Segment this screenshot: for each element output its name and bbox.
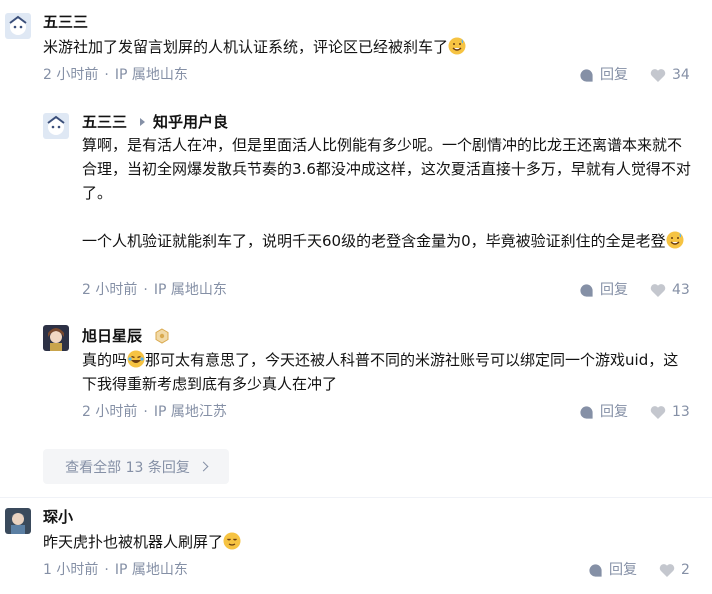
comment-author[interactable]: 琛小: [43, 507, 73, 527]
reply-button[interactable]: 回复: [588, 560, 637, 580]
reply-arrow-icon: [140, 118, 145, 126]
comment-bubble-icon: [580, 405, 593, 419]
relieved-emoji-icon: [223, 532, 241, 550]
view-all-replies-button[interactable]: 查看全部 13 条回复: [43, 449, 229, 484]
like-button[interactable]: 2: [659, 560, 690, 580]
sweat-smile-emoji-icon: [448, 37, 466, 55]
divider: [0, 497, 712, 498]
badge-icon: [155, 328, 169, 344]
heart-icon: [650, 283, 666, 297]
like-button[interactable]: 13: [650, 402, 690, 422]
comment-meta: 2 小时前 · IP 属地江苏: [82, 404, 227, 420]
reply-button[interactable]: 回复: [579, 65, 628, 85]
reply-button[interactable]: 回复: [579, 402, 628, 422]
avatar[interactable]: [43, 325, 69, 351]
comment-text: 算啊，是有活人在冲，但是里面活人比例能有多少呢。一个剧情冲的比龙王还离谱本来就不…: [82, 136, 691, 250]
reply-button[interactable]: 回复: [579, 280, 628, 300]
comment-bubble-icon: [589, 563, 602, 577]
comment-text: 昨天虎扑也被机器人刷屏了: [43, 530, 693, 554]
heart-icon: [659, 563, 675, 577]
avatar[interactable]: [5, 13, 31, 39]
reply-to-user[interactable]: 知乎用户良: [153, 112, 228, 132]
avatar[interactable]: [5, 508, 31, 534]
comment-author[interactable]: 五三三: [82, 112, 127, 132]
comment-text: 米游社加了发留言划屏的人机认证系统，评论区已经被刹车了: [43, 35, 693, 59]
comment-meta: 2 小时前 · IP 属地山东: [43, 67, 188, 83]
comment-author[interactable]: 旭日星辰: [82, 326, 142, 346]
comment-meta: 2 小时前 · IP 属地山东: [82, 282, 227, 298]
comment-meta: 1 小时前 · IP 属地山东: [43, 562, 188, 578]
like-button[interactable]: 34: [650, 65, 690, 85]
comment-text: 真的吗 那可太有意思了，今天还被人科普不同的米游社账号可以绑定同一个游戏uid，这…: [82, 350, 679, 393]
comment-bubble-icon: [580, 68, 593, 82]
sweat-smile-emoji-icon: [666, 231, 684, 249]
heart-icon: [650, 68, 666, 82]
comment-author[interactable]: 五三三: [43, 12, 88, 32]
chevron-right-icon: [198, 461, 209, 472]
like-button[interactable]: 43: [650, 280, 690, 300]
avatar[interactable]: [43, 113, 69, 139]
comment-bubble-icon: [580, 283, 593, 297]
heart-icon: [650, 405, 666, 419]
rofl-emoji-icon: [127, 350, 145, 368]
